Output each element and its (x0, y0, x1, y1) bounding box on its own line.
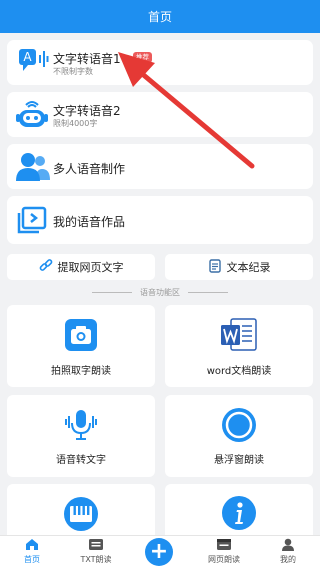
tile-photo-ocr-read[interactable]: 拍照取字朗读 (7, 305, 155, 387)
plus-icon: + (149, 539, 169, 564)
tile-floating-window-read[interactable]: 悬浮窗朗读 (165, 395, 313, 477)
tile-word-doc-read[interactable]: word文档朗读 (165, 305, 313, 387)
extract-webpage-text-button[interactable]: 提取网页文字 (7, 254, 155, 280)
feature-card-my-works[interactable]: 我的语音作品 (7, 196, 313, 244)
tab-profile[interactable]: 我的 (256, 536, 320, 569)
feature-card-tts1[interactable]: A 文字转语音1 推荐 不限制字数 (7, 40, 313, 85)
divider-line (188, 292, 228, 293)
txt-icon (88, 538, 104, 553)
home-icon (25, 538, 39, 553)
feature-title: 多人语音制作 (53, 162, 126, 176)
tab-home[interactable]: 首页 (0, 536, 64, 569)
info-icon (221, 495, 257, 535)
section-label: 语音功能区 (140, 288, 180, 297)
page-title: 首页 (147, 10, 172, 24)
text-record-button[interactable]: 文本纪录 (165, 254, 313, 280)
multi-user-icon (15, 151, 51, 187)
feature-subtitle: 不限制字数 (53, 67, 93, 76)
tile-label: 语音转文字 (56, 455, 106, 466)
webpage-icon (216, 538, 232, 553)
tile-label: 拍照取字朗读 (51, 366, 111, 377)
robot-icon (15, 98, 49, 134)
tab-txt-read[interactable]: TXT朗读 (64, 536, 128, 569)
divider-line (92, 292, 132, 293)
top-bar: 首页 (0, 0, 320, 33)
floating-window-icon (220, 406, 258, 448)
word-icon (220, 317, 258, 357)
tab-webpage-read[interactable]: 网页朗读 (192, 536, 256, 569)
add-button[interactable]: + (145, 538, 173, 566)
svg-text:A: A (23, 50, 32, 64)
camera-icon (64, 318, 98, 356)
link-icon (39, 258, 53, 276)
feature-title: 文字转语音2 (53, 104, 121, 118)
tab-label: TXT朗读 (80, 555, 112, 564)
profile-icon (281, 538, 295, 553)
feature-title: 文字转语音1 (53, 52, 121, 66)
microphone-icon (62, 407, 100, 447)
tab-label: 首页 (24, 555, 40, 564)
section-divider: 语音功能区 (0, 287, 320, 298)
text-record-label: 文本纪录 (226, 261, 271, 274)
feature-card-tts2[interactable]: 文字转语音2 限制4000字 (7, 92, 313, 137)
tile-label: 悬浮窗朗读 (214, 455, 264, 466)
document-list-icon (208, 258, 222, 276)
feature-title: 我的语音作品 (53, 215, 126, 229)
piano-icon (63, 496, 99, 536)
recommend-badge: 推荐 (133, 52, 152, 63)
feature-subtitle: 限制4000字 (53, 119, 98, 128)
tile-label: word文档朗读 (206, 366, 272, 377)
folder-icon (17, 206, 47, 238)
tab-label: 我的 (280, 555, 296, 564)
feature-card-multi-voice[interactable]: 多人语音制作 (7, 144, 313, 189)
extract-webpage-text-label: 提取网页文字 (57, 261, 124, 274)
tile-speech-to-text[interactable]: 语音转文字 (7, 395, 155, 477)
tab-label: 网页朗读 (208, 555, 240, 564)
text-to-speech-icon: A (17, 47, 49, 81)
